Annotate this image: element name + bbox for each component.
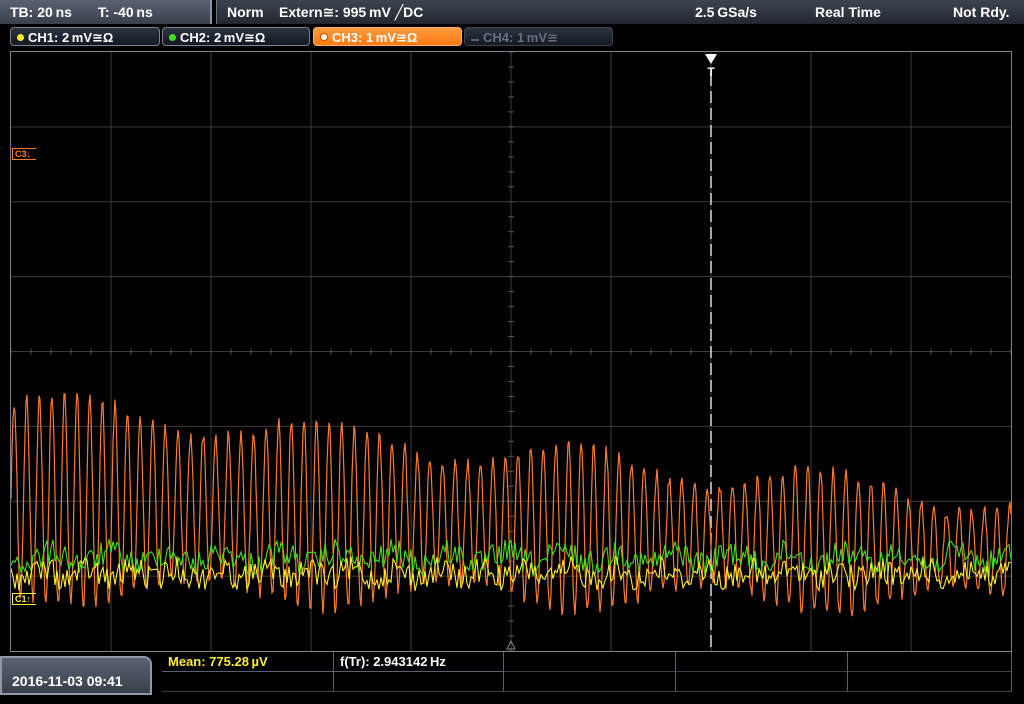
frequency-measurement[interactable]: f(Tr): 2.943142 Hz (334, 652, 504, 672)
ch1-dot-icon (17, 34, 24, 41)
sample-rate: 2.5 GSa/s (695, 4, 757, 20)
measurement-slot-7[interactable] (334, 672, 504, 692)
timebase-panel[interactable]: TB: 20 ns T: -40 ns (0, 0, 212, 24)
ch2-label: CH2: 2 mV≅Ω (180, 30, 266, 45)
timebase-label: TB: 20 ns (10, 4, 72, 20)
ch3-ground-marker[interactable]: C3↓ (12, 148, 37, 160)
acquisition-mode: Real Time (815, 4, 881, 20)
channel-tabs: CH1: 2 mV≅Ω CH2: 2 mV≅Ω CH3: 1 mV≅Ω CH4:… (0, 26, 1024, 48)
waveform-display[interactable]: T (10, 51, 1012, 652)
measurement-slot-4[interactable] (676, 652, 848, 672)
tab-ch2[interactable]: CH2: 2 mV≅Ω (162, 27, 310, 46)
trigger-panel[interactable]: Norm Extern≅: 995 mV ╱DC 2.5 GSa/s Real … (216, 0, 1024, 24)
trigger-time-label: T: -40 ns (97, 4, 153, 20)
measurement-slot-10[interactable] (848, 672, 1012, 692)
ch1-ground-marker[interactable]: C1↑ (12, 593, 37, 605)
tab-ch1[interactable]: CH1: 2 mV≅Ω (10, 27, 160, 46)
trigger-source: Extern≅: 995 mV ╱DC (279, 4, 424, 20)
measurement-slot-5[interactable] (848, 652, 1012, 672)
measurement-slot-6[interactable] (162, 672, 334, 692)
measurement-panel[interactable]: Mean: 775.28 µV f(Tr): 2.943142 Hz (162, 652, 1012, 695)
svg-text:T: T (707, 65, 715, 79)
ch4-dash-icon (471, 39, 479, 41)
ch2-dot-icon (169, 34, 176, 41)
ch1-label: CH1: 2 mV≅Ω (28, 30, 114, 45)
bottom-bar: 2016-11-03 09:41 Mean: 775.28 µV f(Tr): … (0, 652, 1024, 695)
ch4-label: CH4: 1 mV≅ (483, 30, 558, 45)
graticule: T (11, 52, 1011, 651)
measurement-slot-3[interactable] (504, 652, 676, 672)
ch3-label: CH3: 1 mV≅Ω (332, 30, 418, 45)
measurement-slot-8[interactable] (504, 672, 676, 692)
datetime-display: 2016-11-03 09:41 (0, 656, 152, 695)
tab-ch4[interactable]: CH4: 1 mV≅ (464, 27, 613, 46)
tab-ch3[interactable]: CH3: 1 mV≅Ω (313, 27, 462, 46)
status-bar: TB: 20 ns T: -40 ns Norm Extern≅: 995 mV… (0, 0, 1024, 26)
measurement-slot-9[interactable] (676, 672, 848, 692)
mean-measurement[interactable]: Mean: 775.28 µV (162, 652, 334, 672)
trigger-position-icon: T (705, 54, 717, 79)
acquisition-status: Not Rdy. (953, 4, 1010, 20)
trigger-mode: Norm (227, 4, 264, 20)
ch3-dot-icon (320, 33, 328, 41)
